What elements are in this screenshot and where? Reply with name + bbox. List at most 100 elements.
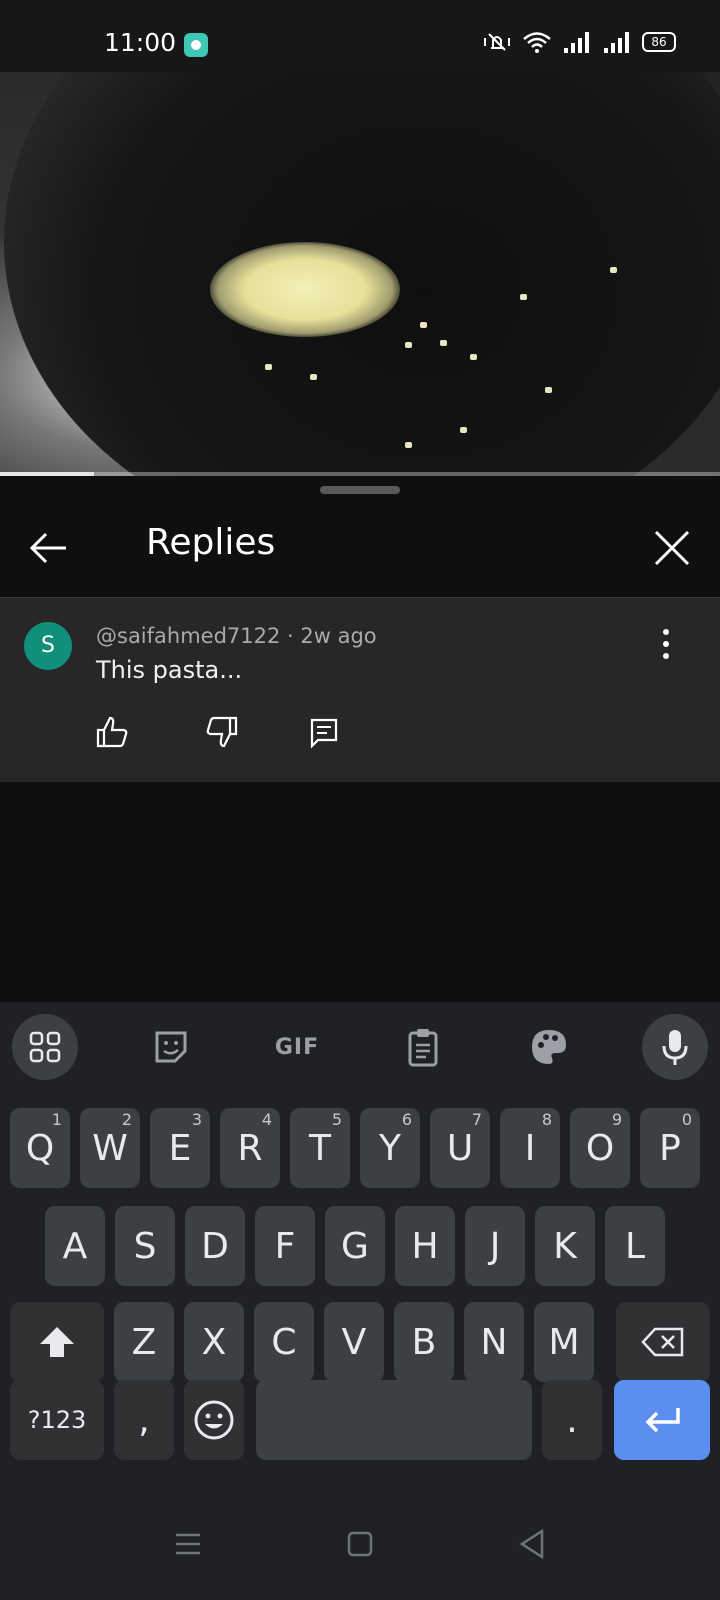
signal-icon	[604, 32, 629, 53]
key-s[interactable]: S	[115, 1206, 175, 1286]
key-o[interactable]: O9	[570, 1108, 630, 1188]
avatar[interactable]: S	[24, 622, 72, 670]
sticker-icon[interactable]	[138, 1014, 204, 1080]
key-hint: 0	[681, 1110, 692, 1129]
key-e[interactable]: E3	[150, 1108, 210, 1188]
key-a[interactable]: A	[45, 1206, 105, 1286]
video-frame-detail	[405, 442, 412, 448]
key-j[interactable]: J	[465, 1206, 525, 1286]
key-d[interactable]: D	[185, 1206, 245, 1286]
key-label: L	[624, 1225, 646, 1267]
key-hint: 2	[121, 1110, 132, 1129]
recents-icon[interactable]	[166, 1522, 210, 1566]
key-label: I	[524, 1127, 536, 1169]
video-frame-detail	[265, 364, 272, 370]
key-label: T	[309, 1127, 331, 1169]
key-k[interactable]: K	[535, 1206, 595, 1286]
status-time: 11:00	[104, 28, 177, 57]
comment-text: This pasta...	[96, 656, 243, 684]
like-icon[interactable]	[92, 712, 132, 752]
key-label: F	[274, 1225, 296, 1267]
key-hint: 5	[331, 1110, 342, 1129]
key-i[interactable]: I8	[500, 1108, 560, 1188]
chat-app-icon	[184, 33, 208, 57]
apps-grid-icon[interactable]	[12, 1014, 78, 1080]
video-frame-detail	[520, 294, 527, 300]
key-t[interactable]: T5	[290, 1108, 350, 1188]
back-icon[interactable]	[510, 1522, 554, 1566]
key-label: W	[92, 1127, 128, 1169]
key-label: J	[489, 1225, 501, 1267]
key-label: V	[341, 1321, 367, 1363]
key-y[interactable]: Y6	[360, 1108, 420, 1188]
key-h[interactable]: H	[395, 1206, 455, 1286]
key-hint: 1	[51, 1110, 62, 1129]
microphone-icon[interactable]	[642, 1014, 708, 1080]
vibrate-icon	[484, 33, 510, 51]
home-icon[interactable]	[338, 1522, 382, 1566]
key-z[interactable]: Z	[114, 1302, 174, 1382]
backspace-key[interactable]	[616, 1302, 710, 1382]
key-b[interactable]: B	[394, 1302, 454, 1382]
key-g[interactable]: G	[325, 1206, 385, 1286]
shift-key[interactable]	[10, 1302, 104, 1382]
enter-key[interactable]	[614, 1380, 710, 1460]
key-label: S	[133, 1225, 157, 1267]
key-label: D	[201, 1225, 229, 1267]
status-icons: 86	[482, 30, 676, 54]
space-key[interactable]	[256, 1380, 532, 1460]
reply-icon[interactable]	[304, 712, 344, 752]
comment-author-time[interactable]: @saifahmed7122 · 2w ago	[96, 624, 377, 648]
key-label: N	[480, 1321, 508, 1363]
video-frame-detail	[310, 374, 317, 380]
wifi-icon	[523, 32, 551, 53]
key-label: M	[548, 1321, 580, 1363]
palette-icon[interactable]	[516, 1014, 582, 1080]
key-v[interactable]: V	[324, 1302, 384, 1382]
video-frame-detail	[460, 427, 467, 433]
key-w[interactable]: W2	[80, 1108, 140, 1188]
key-label: K	[553, 1225, 577, 1267]
panel-title: Replies	[146, 522, 276, 563]
key-hint: 4	[261, 1110, 272, 1129]
comma-key[interactable]: ,	[114, 1380, 174, 1460]
gif-button[interactable]: GIF	[264, 1014, 330, 1080]
key-label: Q	[25, 1127, 55, 1169]
keyboard-toolbar: GIF	[0, 1002, 720, 1092]
key-p[interactable]: P0	[640, 1108, 700, 1188]
video-player[interactable]	[0, 72, 720, 476]
close-icon[interactable]	[650, 526, 694, 570]
gif-label: GIF	[274, 1034, 320, 1060]
video-frame-detail	[210, 242, 400, 337]
video-frame-detail	[610, 267, 617, 273]
emoji-key[interactable]	[184, 1380, 244, 1460]
key-label: U	[446, 1127, 474, 1169]
key-l[interactable]: L	[605, 1206, 665, 1286]
status-bar: 11:00 86	[0, 0, 720, 72]
key-label: H	[411, 1225, 439, 1267]
dislike-icon[interactable]	[202, 712, 242, 752]
key-c[interactable]: C	[254, 1302, 314, 1382]
more-options-icon[interactable]	[656, 624, 676, 664]
key-hint: 7	[471, 1110, 482, 1129]
key-label: Y	[379, 1127, 401, 1169]
key-n[interactable]: N	[464, 1302, 524, 1382]
key-x[interactable]: X	[184, 1302, 244, 1382]
panel-header: Replies	[0, 498, 720, 598]
video-frame-detail	[440, 340, 447, 346]
key-m[interactable]: M	[534, 1302, 594, 1382]
battery-icon: 86	[642, 32, 676, 52]
navigation-bar	[0, 1488, 720, 1600]
drag-handle[interactable]	[320, 486, 400, 494]
key-u[interactable]: U7	[430, 1108, 490, 1188]
clipboard-icon[interactable]	[390, 1014, 456, 1080]
key-f[interactable]: F	[255, 1206, 315, 1286]
symbols-key[interactable]: ?123	[10, 1380, 104, 1460]
period-key[interactable]: .	[542, 1380, 602, 1460]
back-arrow-icon[interactable]	[26, 528, 72, 568]
key-q[interactable]: Q1	[10, 1108, 70, 1188]
key-label: P	[659, 1127, 681, 1169]
key-r[interactable]: R4	[220, 1108, 280, 1188]
key-label: C	[271, 1321, 297, 1363]
key-label: A	[62, 1225, 88, 1267]
